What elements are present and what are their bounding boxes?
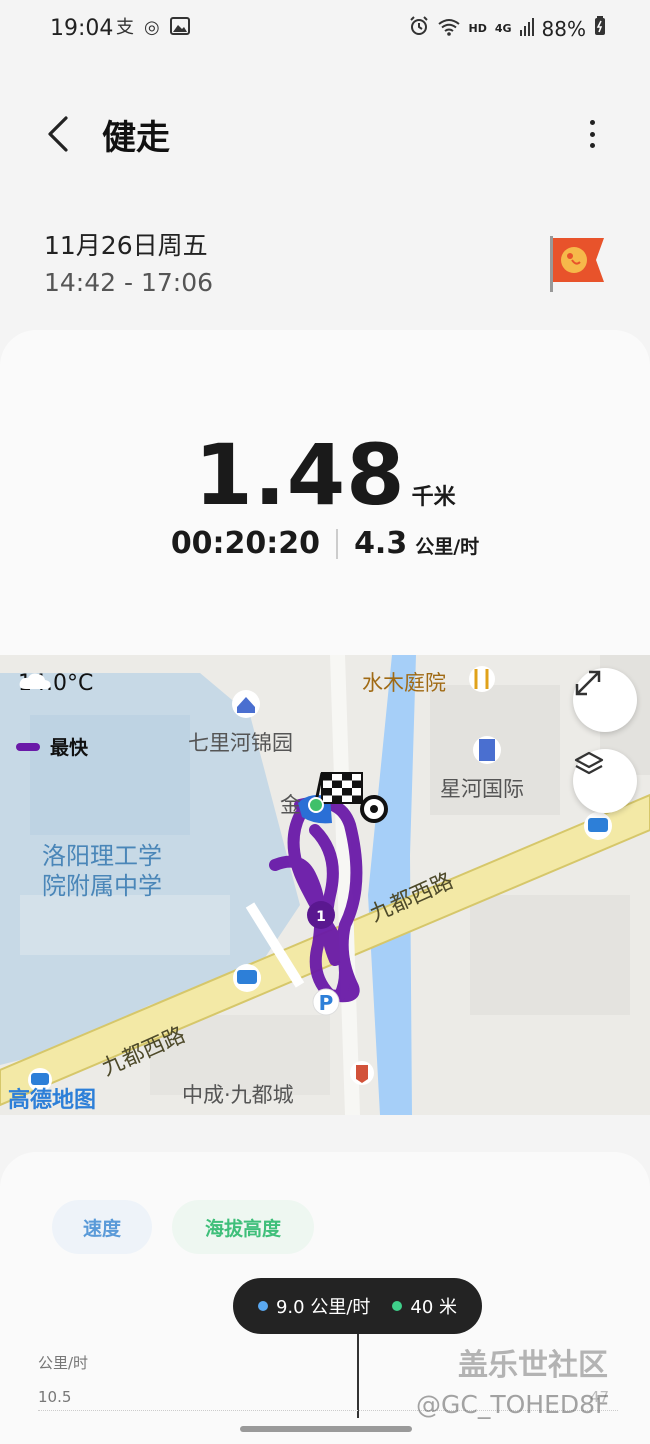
weather-overlay: 14.0°C [18, 671, 93, 696]
gallery-icon [169, 17, 190, 39]
layers-icon [574, 751, 604, 775]
page-title: 健走 [102, 118, 170, 158]
legend-label: 最快 [50, 737, 89, 759]
route-flag-icon[interactable] [546, 230, 610, 294]
y-axis-tick: 10.5 [38, 1388, 72, 1406]
y-axis-unit: 公里/时 [38, 1354, 89, 1372]
status-left-icons: 支 ◎ [116, 17, 190, 39]
chart-cursor-line[interactable] [357, 1334, 359, 1418]
alipay-icon: 支 [116, 17, 134, 38]
map-label-school-line2: 院附属中学 [42, 872, 162, 900]
tooltip-altitude: 40 米 [410, 1297, 458, 1318]
tab-altitude[interactable]: 海拔高度 [172, 1200, 314, 1254]
speed-unit: 公里/时 [415, 536, 480, 558]
duration-value: 00:20:20 [170, 526, 321, 561]
alarm-icon [409, 16, 429, 41]
map-label-xinghe: 星河国际 [440, 777, 524, 801]
altitude-dot-icon [392, 1301, 403, 1311]
speed-value: 4.3 [354, 526, 408, 561]
sync-icon: ◎ [144, 17, 160, 38]
legend-swatch [16, 742, 40, 751]
summary-card: 1.48 千米 00:20:20 4.3 公里/时 [0, 330, 650, 660]
svg-text:P: P [319, 991, 334, 1015]
distance-unit: 千米 [411, 485, 456, 510]
cloud-icon [19, 673, 51, 689]
signal-icon [519, 17, 534, 41]
metrics-divider [336, 528, 339, 559]
app-header: 健走 [0, 96, 650, 176]
map-layers-button[interactable] [573, 749, 637, 813]
more-options-button[interactable] [578, 114, 606, 154]
tooltip-speed: 9.0 公里/时 [275, 1297, 371, 1318]
map-provider-logo: 高德地图 [8, 1088, 97, 1113]
tab-speed[interactable]: 速度 [52, 1200, 152, 1254]
more-vertical-icon [589, 120, 595, 125]
session-date: 11月26日周五 [44, 231, 208, 260]
map-label-partial: 金 [280, 793, 301, 817]
chart-tooltip: 9.0 公里/时 40 米 [233, 1278, 482, 1334]
watermark-handle: @GC_TOHED8F [416, 1390, 610, 1419]
map-legend: 最快 [16, 733, 88, 760]
distance-block: 1.48 千米 [0, 426, 650, 524]
map-label-school: 洛阳理工学 院附属中学 [42, 841, 162, 901]
expand-icon [575, 670, 601, 696]
status-time: 19:04 [50, 16, 114, 41]
map-label-garden: 水木庭院 [362, 671, 446, 695]
distance-value: 1.48 [194, 426, 406, 524]
watermark-title: 盖乐世社区 [458, 1348, 608, 1383]
expand-map-button[interactable] [573, 668, 637, 732]
route-map[interactable]: 1 P 14.0°C 最快 洛阳理工学 院附属中学 七里河锦园 水木庭院 星河国… [0, 655, 650, 1115]
home-indicator[interactable] [240, 1426, 412, 1432]
map-label-mall: 中成·九都城 [182, 1083, 294, 1107]
metrics-row: 00:20:20 4.3 公里/时 [0, 526, 650, 561]
hd-label: HD [468, 22, 487, 35]
battery-icon [594, 16, 606, 41]
chevron-left-icon [48, 116, 68, 152]
wifi-icon [437, 17, 461, 41]
status-right: HD 4G 88% [409, 16, 606, 41]
session-time-range: 14:42 - 17:06 [44, 268, 214, 297]
status-bar: 19:04 支 ◎ HD 4G 88% [0, 0, 650, 62]
chart-card: 速度 海拔高度 9.0 公里/时 40 米 公里/时 10.5 47 盖乐世社区… [0, 1152, 650, 1444]
network-label: 4G [494, 22, 512, 35]
map-label-school-line1: 洛阳理工学 [42, 842, 162, 870]
svg-text:1: 1 [316, 909, 326, 925]
speed-dot-icon [257, 1301, 268, 1311]
back-button[interactable] [38, 112, 78, 156]
map-label-residential: 七里河锦园 [188, 731, 293, 755]
battery-percent: 88% [541, 16, 586, 41]
